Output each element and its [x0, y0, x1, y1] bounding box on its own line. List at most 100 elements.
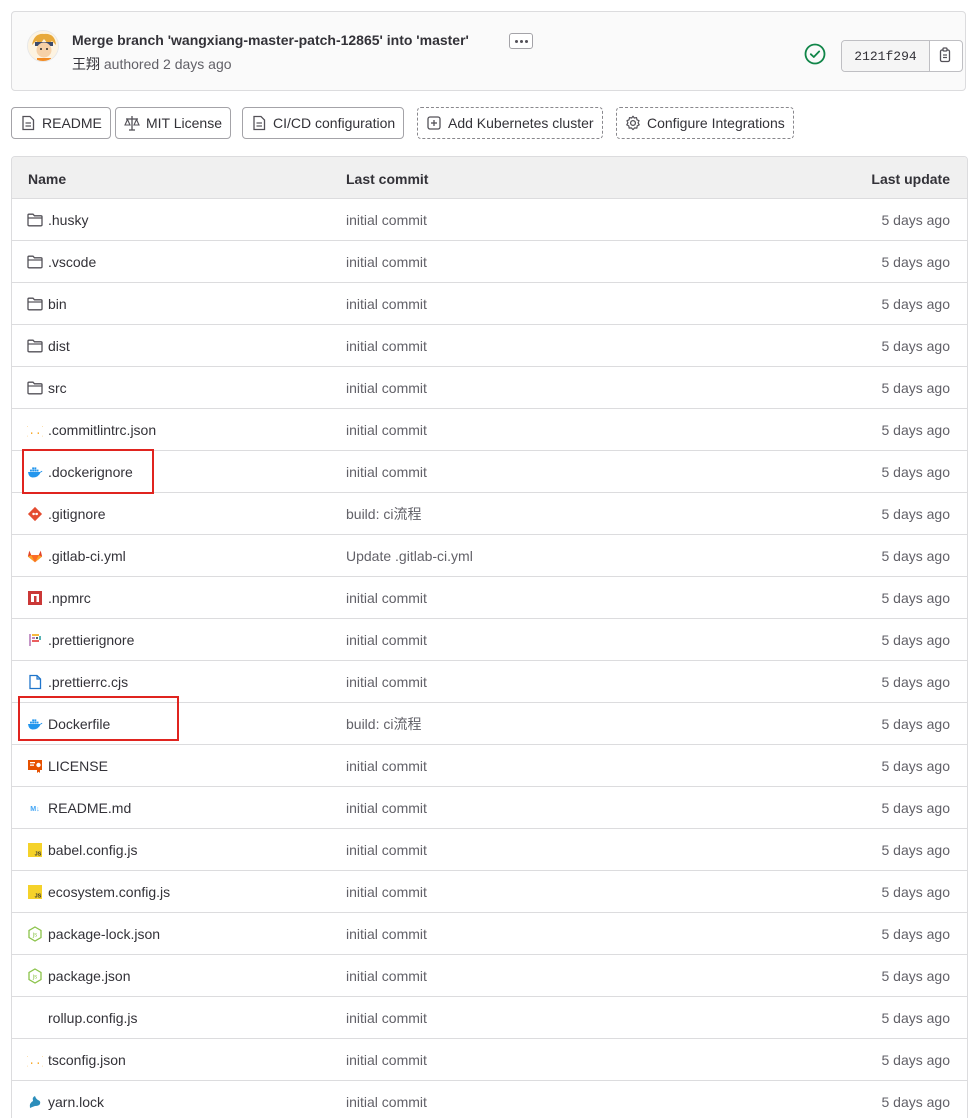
file-name-cell[interactable]: .npmrc: [27, 577, 91, 619]
file-name-link[interactable]: .npmrc: [48, 590, 91, 606]
table-row[interactable]: dist initial commit 5 days ago: [12, 325, 967, 367]
table-row[interactable]: .prettierignore initial commit 5 days ago: [12, 619, 967, 661]
file-name-link[interactable]: .vscode: [48, 254, 96, 270]
table-row[interactable]: rollup.config.js initial commit 5 days ago: [12, 997, 967, 1039]
last-commit-link[interactable]: initial commit: [346, 283, 427, 325]
last-commit-link[interactable]: initial commit: [346, 997, 427, 1039]
last-commit-link[interactable]: initial commit: [346, 241, 427, 283]
file-name-link[interactable]: .dockerignore: [48, 464, 133, 480]
file-name-link[interactable]: Dockerfile: [48, 716, 110, 732]
file-name-cell[interactable]: dist: [27, 325, 70, 367]
file-name-link[interactable]: .prettierrc.cjs: [48, 674, 128, 690]
file-name-link[interactable]: LICENSE: [48, 758, 108, 774]
last-commit-link[interactable]: initial commit: [346, 577, 427, 619]
file-name-link[interactable]: tsconfig.json: [48, 1052, 126, 1068]
file-name-link[interactable]: ecosystem.config.js: [48, 884, 170, 900]
file-name-link[interactable]: .commitlintrc.json: [48, 422, 156, 438]
license-button[interactable]: MIT License: [115, 107, 231, 139]
file-name-link[interactable]: .prettierignore: [48, 632, 134, 648]
table-row[interactable]: .dockerignore initial commit 5 days ago: [12, 451, 967, 493]
table-row[interactable]: M↓ README.md initial commit 5 days ago: [12, 787, 967, 829]
file-name-link[interactable]: package-lock.json: [48, 926, 160, 942]
toggle-description-button[interactable]: [509, 33, 533, 49]
file-name-cell[interactable]: yarn.lock: [27, 1081, 104, 1118]
file-name-link[interactable]: bin: [48, 296, 67, 312]
last-commit-link[interactable]: build: ci流程: [346, 493, 421, 535]
last-commit-link[interactable]: initial commit: [346, 745, 427, 787]
file-name-link[interactable]: src: [48, 380, 67, 396]
last-commit-link[interactable]: initial commit: [346, 199, 427, 241]
file-name-cell[interactable]: js package-lock.json: [27, 913, 160, 955]
table-row[interactable]: {..} tsconfig.json initial commit 5 days ag…: [12, 1039, 967, 1081]
cicd-configuration-button[interactable]: CI/CD configuration: [242, 107, 405, 139]
table-row[interactable]: .husky initial commit 5 days ago: [12, 199, 967, 241]
file-name-cell[interactable]: Dockerfile: [27, 703, 110, 745]
file-name-cell[interactable]: bin: [27, 283, 67, 325]
file-name-link[interactable]: .gitlab-ci.yml: [48, 548, 126, 564]
last-commit-link[interactable]: Update .gitlab-ci.yml: [346, 535, 473, 577]
file-name-link[interactable]: yarn.lock: [48, 1094, 104, 1110]
last-commit-link[interactable]: initial commit: [346, 829, 427, 871]
file-name-cell[interactable]: .vscode: [27, 241, 96, 283]
copy-sha-button[interactable]: [930, 41, 962, 71]
add-kubernetes-cluster-button[interactable]: Add Kubernetes cluster: [417, 107, 603, 139]
last-commit-link[interactable]: build: ci流程: [346, 703, 421, 745]
file-name-cell[interactable]: JS babel.config.js: [27, 829, 138, 871]
last-commit-link[interactable]: initial commit: [346, 451, 427, 493]
table-row[interactable]: {..} .commitlintrc.json initial commit 5 da…: [12, 409, 967, 451]
table-row[interactable]: JS babel.config.js initial commit 5 days ag…: [12, 829, 967, 871]
last-commit-link[interactable]: initial commit: [346, 367, 427, 409]
file-name-link[interactable]: .gitignore: [48, 506, 106, 522]
file-name-link[interactable]: package.json: [48, 968, 131, 984]
file-name-cell[interactable]: rollup.config.js: [27, 997, 138, 1039]
table-row[interactable]: .npmrc initial commit 5 days ago: [12, 577, 967, 619]
configure-integrations-button[interactable]: Configure Integrations: [616, 107, 794, 139]
last-commit-link[interactable]: initial commit: [346, 619, 427, 661]
readme-button[interactable]: README: [11, 107, 111, 139]
file-name-cell[interactable]: M↓ README.md: [27, 787, 131, 829]
table-row[interactable]: .gitlab-ci.yml Update .gitlab-ci.yml 5 day…: [12, 535, 967, 577]
table-row[interactable]: yarn.lock initial commit 5 days ago: [12, 1081, 967, 1118]
file-name-cell[interactable]: .gitlab-ci.yml: [27, 535, 126, 577]
file-name-cell[interactable]: js package.json: [27, 955, 131, 997]
table-row[interactable]: .prettierrc.cjs initial commit 5 days ago: [12, 661, 967, 703]
last-commit-link[interactable]: initial commit: [346, 1039, 427, 1081]
file-name-cell[interactable]: JS ecosystem.config.js: [27, 871, 170, 913]
file-name-cell[interactable]: .gitignore: [27, 493, 106, 535]
last-commit-link[interactable]: initial commit: [346, 955, 427, 997]
last-commit-link[interactable]: initial commit: [346, 787, 427, 829]
last-commit-link[interactable]: initial commit: [346, 409, 427, 451]
file-name-cell[interactable]: {..} tsconfig.json: [27, 1039, 126, 1081]
table-row[interactable]: js package.json initial commit 5 days ago: [12, 955, 967, 997]
last-commit-link[interactable]: initial commit: [346, 1081, 427, 1118]
file-name-link[interactable]: README.md: [48, 800, 131, 816]
file-name-cell[interactable]: .husky: [27, 199, 88, 241]
commit-sha[interactable]: 2121f294: [842, 41, 930, 71]
file-name-cell[interactable]: LICENSE: [27, 745, 108, 787]
last-commit-link[interactable]: initial commit: [346, 913, 427, 955]
file-name-cell[interactable]: .prettierignore: [27, 619, 134, 661]
author-avatar[interactable]: [27, 30, 59, 62]
file-name-cell[interactable]: src: [27, 367, 67, 409]
last-commit-link[interactable]: initial commit: [346, 661, 427, 703]
file-name-link[interactable]: babel.config.js: [48, 842, 138, 858]
file-name-link[interactable]: dist: [48, 338, 70, 354]
table-row[interactable]: src initial commit 5 days ago: [12, 367, 967, 409]
table-row[interactable]: js package-lock.json initial commit 5 days …: [12, 913, 967, 955]
pipeline-status-passed-icon[interactable]: [804, 43, 826, 68]
file-name-cell[interactable]: .prettierrc.cjs: [27, 661, 128, 703]
table-row[interactable]: JS ecosystem.config.js initial commit 5 day…: [12, 871, 967, 913]
file-name-cell[interactable]: {..} .commitlintrc.json: [27, 409, 156, 451]
table-row[interactable]: Dockerfile build: ci流程 5 days ago: [12, 703, 967, 745]
commit-title[interactable]: Merge branch 'wangxiang-master-patch-128…: [72, 32, 469, 48]
commit-author-name[interactable]: 王翔: [72, 56, 100, 72]
table-row[interactable]: bin initial commit 5 days ago: [12, 283, 967, 325]
table-row[interactable]: .gitignore build: ci流程 5 days ago: [12, 493, 967, 535]
file-name-link[interactable]: rollup.config.js: [48, 1010, 138, 1026]
file-name-cell[interactable]: .dockerignore: [27, 451, 133, 493]
table-row[interactable]: .vscode initial commit 5 days ago: [12, 241, 967, 283]
file-name-link[interactable]: .husky: [48, 212, 88, 228]
table-row[interactable]: LICENSE initial commit 5 days ago: [12, 745, 967, 787]
last-commit-link[interactable]: initial commit: [346, 325, 427, 367]
last-commit-link[interactable]: initial commit: [346, 871, 427, 913]
